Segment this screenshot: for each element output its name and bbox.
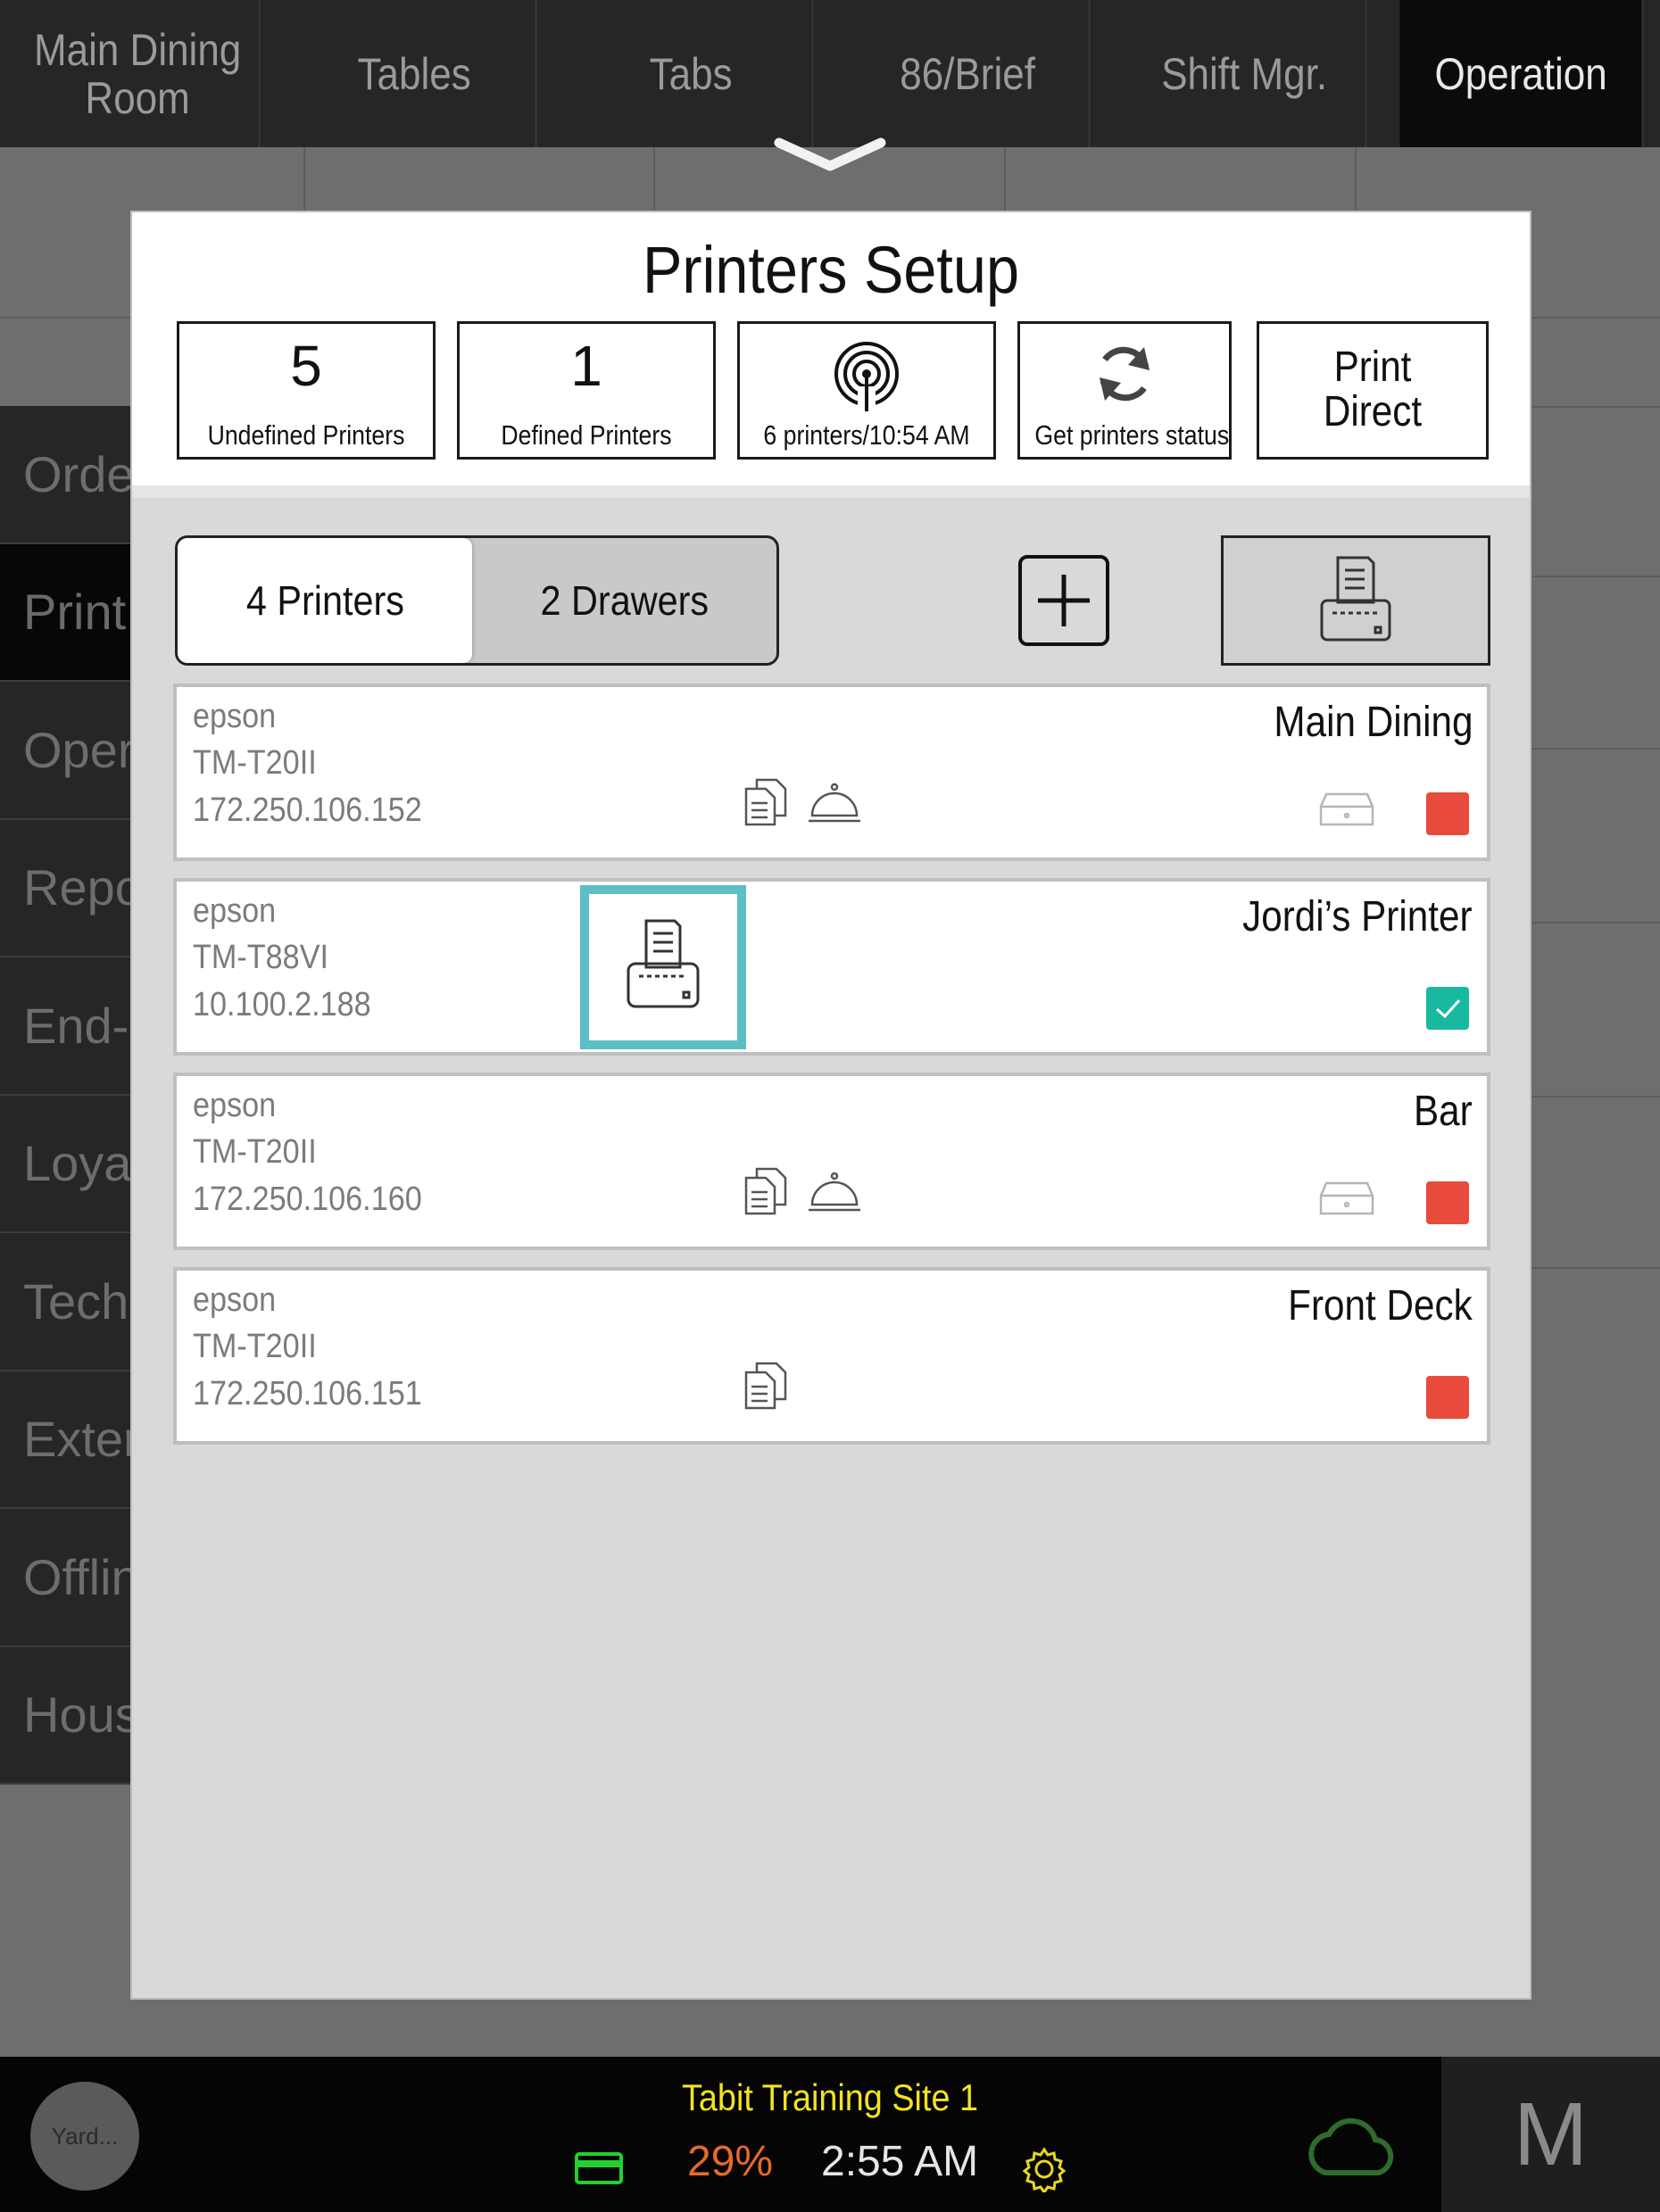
service-bell-icon xyxy=(809,783,860,823)
tab-86-brief[interactable]: 86/Brief xyxy=(847,0,1091,147)
clock-time: 2:55 AM xyxy=(821,2138,979,2185)
plus-icon xyxy=(1038,575,1090,626)
broadcast-icon xyxy=(834,342,899,411)
printer-row-main-dining[interactable]: epson TM-T20II 172.250.106.152 Main Dini… xyxy=(173,683,1490,861)
printer-icon xyxy=(1320,556,1391,642)
divider xyxy=(1528,1267,1660,1269)
documents-icon xyxy=(744,778,787,826)
sidemenu-item-reports[interactable]: Repo xyxy=(0,820,132,957)
tab-shift-mgr[interactable]: Shift Mgr. xyxy=(1124,0,1367,147)
printers-setup-modal: Printers Setup 5 Undefined Printers 1 De… xyxy=(130,211,1531,2000)
printer-model: TM-T88VI xyxy=(193,939,329,976)
divider xyxy=(1528,576,1660,577)
printer-brand: epson xyxy=(193,698,277,735)
tab-drawers[interactable]: 2 Drawers xyxy=(472,538,776,663)
tab-tables[interactable]: Tables xyxy=(294,0,537,147)
test-print-button[interactable] xyxy=(1221,535,1490,666)
documents-icon xyxy=(744,1362,787,1410)
undefined-printers-count: 5 xyxy=(290,334,322,398)
cash-drawer-icon xyxy=(1319,792,1374,826)
printer-name: Bar xyxy=(1414,1088,1473,1135)
top-navigation: Main Dining Room Tables Tabs 86/Brief Sh… xyxy=(0,0,1660,147)
status-indicator xyxy=(1426,987,1469,1030)
battery-level: 29% xyxy=(687,2138,774,2185)
divider xyxy=(1528,406,1660,408)
checkmark-icon xyxy=(1436,999,1461,1019)
get-printers-status-label: Get printers status xyxy=(1034,419,1230,451)
tab-main-dining-room[interactable]: Main Dining Room xyxy=(17,0,261,147)
printer-model: TM-T20II xyxy=(193,1328,317,1365)
sidemenu-item-tech[interactable]: Tech xyxy=(0,1233,132,1371)
side-menu: Orde Print Oper Repo End- Loya Tech Exte… xyxy=(0,406,132,1785)
printer-row-bar[interactable]: epson TM-T20II 172.250.106.160 Bar xyxy=(173,1073,1490,1250)
printers-drawers-toggle: 4 Printers 2 Drawers xyxy=(175,535,779,666)
modal-title: Printers Setup xyxy=(642,233,1020,307)
print-direct-label: Print Direct xyxy=(1323,344,1423,435)
print-direct-button[interactable]: Print Direct xyxy=(1257,321,1489,460)
printer-ip: 172.250.106.160 xyxy=(193,1181,422,1218)
sidemenu-item-house[interactable]: Hous xyxy=(0,1647,132,1785)
tab-tabs[interactable]: Tabs xyxy=(570,0,814,147)
status-indicator xyxy=(1426,1181,1469,1224)
status-indicator xyxy=(1426,792,1469,835)
get-printers-status-button[interactable]: Get printers status xyxy=(1017,321,1232,460)
modal-header: Printers Setup 5 Undefined Printers 1 De… xyxy=(132,212,1530,498)
printer-name: Main Dining xyxy=(1273,699,1473,746)
tab-operation[interactable]: Operation xyxy=(1399,0,1644,147)
tab-printers[interactable]: 4 Printers xyxy=(178,538,472,663)
defined-printers-button[interactable]: 1 Defined Printers xyxy=(457,321,716,460)
printer-icon xyxy=(627,919,700,1008)
sidemenu-item-orders[interactable]: Orde xyxy=(0,406,132,544)
cash-drawer-icon xyxy=(1319,1181,1374,1215)
sidemenu-item-loyalty[interactable]: Loya xyxy=(0,1096,132,1233)
printer-model: TM-T20II xyxy=(193,744,317,782)
printer-name: Jordi’s Printer xyxy=(1242,893,1473,940)
printer-row-jordis-printer[interactable]: epson TM-T88VI 10.100.2.188 Jordi’s Prin… xyxy=(173,878,1490,1056)
sidemenu-item-offline[interactable]: Offlin xyxy=(0,1509,132,1647)
sidemenu-item-external[interactable]: Exter xyxy=(0,1371,132,1509)
divider xyxy=(1528,922,1660,924)
refresh-icon xyxy=(1100,346,1150,402)
printer-row-front-deck[interactable]: epson TM-T20II 172.250.106.151 Front Dec… xyxy=(173,1267,1490,1445)
defined-printers-label: Defined Printers xyxy=(501,419,672,451)
bottom-status-bar: Yard... Tabit Training Site 1 29% 2:55 A… xyxy=(0,2057,1660,2212)
printer-ip: 172.250.106.151 xyxy=(193,1375,422,1413)
undefined-printers-button[interactable]: 5 Undefined Printers xyxy=(177,321,436,460)
divider xyxy=(1528,1096,1660,1098)
printer-brand: epson xyxy=(193,1281,277,1319)
documents-icon xyxy=(744,1167,787,1215)
defined-printers-count: 1 xyxy=(570,334,602,398)
mode-indicator[interactable]: M xyxy=(1441,2057,1660,2212)
printer-ip: 10.100.2.188 xyxy=(193,986,371,1023)
printer-image-highlight[interactable] xyxy=(580,885,746,1049)
divider xyxy=(1528,748,1660,750)
sidemenu-item-printers[interactable]: Print xyxy=(0,543,132,682)
sidemenu-item-end-of-day[interactable]: End- xyxy=(0,957,132,1096)
printer-brand: epson xyxy=(193,892,277,930)
cloud-sync-icon[interactable] xyxy=(1299,2110,1406,2182)
printer-name: Front Deck xyxy=(1288,1282,1473,1330)
service-bell-icon xyxy=(809,1172,860,1212)
printer-brand: epson xyxy=(193,1087,277,1124)
scan-printers-button[interactable]: 6 printers/10:54 AM xyxy=(737,321,996,460)
undefined-printers-label: Undefined Printers xyxy=(207,419,405,451)
gear-icon[interactable] xyxy=(1021,2146,1067,2192)
status-indicator xyxy=(1426,1376,1469,1419)
chevron-down-icon[interactable] xyxy=(772,134,888,175)
printer-ip: 172.250.106.152 xyxy=(193,791,422,829)
credit-card-icon xyxy=(575,2152,623,2184)
sidemenu-item-operations[interactable]: Oper xyxy=(0,682,132,820)
scan-printers-label: 6 printers/10:54 AM xyxy=(763,419,970,451)
printer-model: TM-T20II xyxy=(193,1133,317,1171)
add-printer-button[interactable] xyxy=(1018,555,1109,646)
